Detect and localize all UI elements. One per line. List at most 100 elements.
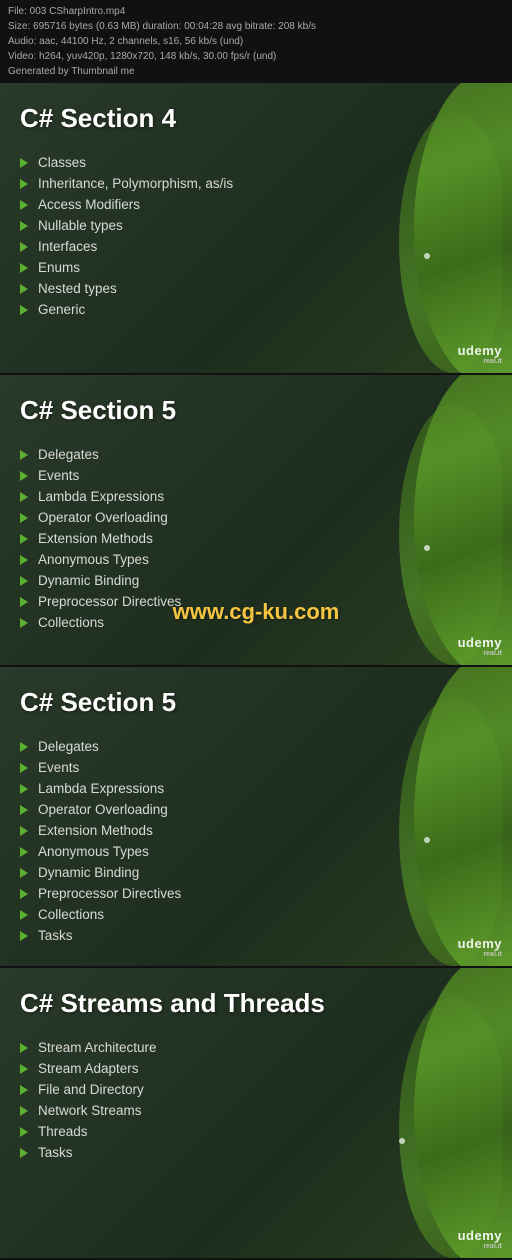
topic-label: Stream Architecture <box>38 1040 157 1055</box>
topic-item: Extension Methods <box>20 528 487 549</box>
play-arrow-icon <box>20 555 28 565</box>
slide-section5b: C# Section 5DelegatesEventsLambda Expres… <box>0 667 512 968</box>
play-arrow-icon <box>20 305 28 315</box>
topic-label: File and Directory <box>38 1082 144 1097</box>
topic-item: Stream Adapters <box>20 1058 487 1079</box>
topic-list-streams: Stream Architecture Stream Adapters File a… <box>20 1037 487 1163</box>
play-arrow-icon <box>20 513 28 523</box>
topic-item: Threads <box>20 1121 487 1142</box>
topic-item: Preprocessor Directives <box>20 883 487 904</box>
slides-container: C# Section 4 Classes Inheritance, Polymorp… <box>0 83 512 1260</box>
play-arrow-icon <box>20 889 28 899</box>
topic-label: Dynamic Binding <box>38 865 139 880</box>
play-arrow-icon <box>20 868 28 878</box>
topic-item: Collections <box>20 612 487 633</box>
play-arrow-icon <box>20 284 28 294</box>
play-arrow-icon <box>20 179 28 189</box>
topic-list-section5b: DelegatesEventsLambda ExpressionsOperato… <box>20 736 487 946</box>
topic-label: Dynamic Binding <box>38 573 139 588</box>
topic-item: Anonymous Types <box>20 549 487 570</box>
slide-section4: C# Section 4 Classes Inheritance, Polymorp… <box>0 83 512 375</box>
topic-label: Lambda Expressions <box>38 781 164 796</box>
topic-label: Nullable types <box>38 218 123 233</box>
topic-item: Nullable types <box>20 215 487 236</box>
topic-label: Tasks <box>38 928 73 943</box>
play-arrow-icon <box>20 242 28 252</box>
topic-list-section4: Classes Inheritance, Polymorphism, as/is A… <box>20 152 487 320</box>
section-title-section4: C# Section 4 <box>20 103 487 134</box>
topic-label: Nested types <box>38 281 117 296</box>
topic-item: Events <box>20 465 487 486</box>
topic-label: Operator Overloading <box>38 802 168 817</box>
topic-item: File and Directory <box>20 1079 487 1100</box>
topic-label: Collections <box>38 615 104 630</box>
topic-label: Interfaces <box>38 239 97 254</box>
topic-item: Enums <box>20 257 487 278</box>
udemy-logo: udemyreal.it <box>458 936 502 958</box>
topic-item: Inheritance, Polymorphism, as/is <box>20 173 487 194</box>
play-arrow-icon <box>20 618 28 628</box>
play-arrow-icon <box>20 534 28 544</box>
slide-section5a: C# Section 5 Delegates Events Lambda Expres… <box>0 375 512 667</box>
topic-label: Threads <box>38 1124 88 1139</box>
topic-label: Enums <box>38 260 80 275</box>
topic-item: Access Modifiers <box>20 194 487 215</box>
topic-item: Lambda Expressions <box>20 778 487 799</box>
topic-item: Delegates <box>20 444 487 465</box>
topic-label: Events <box>38 468 79 483</box>
play-arrow-icon <box>20 826 28 836</box>
topic-item: Operator Overloading <box>20 507 487 528</box>
section-title-streams: C# Streams and Threads <box>20 988 487 1019</box>
topic-item: Classes <box>20 152 487 173</box>
topic-label: Anonymous Types <box>38 844 149 859</box>
slide-streams: C# Streams and Threads Stream Architectur… <box>0 968 512 1260</box>
topic-item: Dynamic Binding <box>20 862 487 883</box>
play-arrow-icon <box>20 221 28 231</box>
topic-item: Tasks <box>20 1142 487 1163</box>
play-arrow-icon <box>20 158 28 168</box>
play-arrow-icon <box>20 471 28 481</box>
section-title-section5b: C# Section 5 <box>20 687 487 718</box>
topic-label: Lambda Expressions <box>38 489 164 504</box>
topic-label: Inheritance, Polymorphism, as/is <box>38 176 233 191</box>
topic-label: Operator Overloading <box>38 510 168 525</box>
topic-item: Dynamic Binding <box>20 570 487 591</box>
topic-label: Collections <box>38 907 104 922</box>
play-arrow-icon <box>20 847 28 857</box>
play-arrow-icon <box>20 931 28 941</box>
play-arrow-icon <box>20 784 28 794</box>
udemy-logo: udemyreal.it <box>458 635 502 657</box>
topic-label: Access Modifiers <box>38 197 140 212</box>
topic-item: Tasks <box>20 925 487 946</box>
topic-item: Preprocessor Directives <box>20 591 487 612</box>
topic-label: Generic <box>38 302 85 317</box>
topic-item: Lambda Expressions <box>20 486 487 507</box>
topic-item: Nested types <box>20 278 487 299</box>
play-arrow-icon <box>20 1148 28 1158</box>
play-arrow-icon <box>20 763 28 773</box>
section-title-section5a: C# Section 5 <box>20 395 487 426</box>
topic-label: Extension Methods <box>38 823 153 838</box>
topic-item: Events <box>20 757 487 778</box>
play-arrow-icon <box>20 1085 28 1095</box>
topic-item: Network Streams <box>20 1100 487 1121</box>
play-arrow-icon <box>20 805 28 815</box>
play-arrow-icon <box>20 1043 28 1053</box>
topic-label: Events <box>38 760 79 775</box>
play-arrow-icon <box>20 576 28 586</box>
play-arrow-icon <box>20 1064 28 1074</box>
topic-list-section5a: Delegates Events Lambda Expressions Operato… <box>20 444 487 633</box>
topic-item: Extension Methods <box>20 820 487 841</box>
topic-item: Interfaces <box>20 236 487 257</box>
play-arrow-icon <box>20 1106 28 1116</box>
play-arrow-icon <box>20 492 28 502</box>
udemy-logo: udemyreal.it <box>458 343 502 365</box>
play-arrow-icon <box>20 200 28 210</box>
play-arrow-icon <box>20 597 28 607</box>
meta-bar: File: 003 CSharpIntro.mp4 Size: 695716 b… <box>0 0 512 83</box>
topic-label: Network Streams <box>38 1103 142 1118</box>
play-arrow-icon <box>20 910 28 920</box>
topic-label: Delegates <box>38 447 99 462</box>
topic-item: Collections <box>20 904 487 925</box>
topic-item: Stream Architecture <box>20 1037 487 1058</box>
